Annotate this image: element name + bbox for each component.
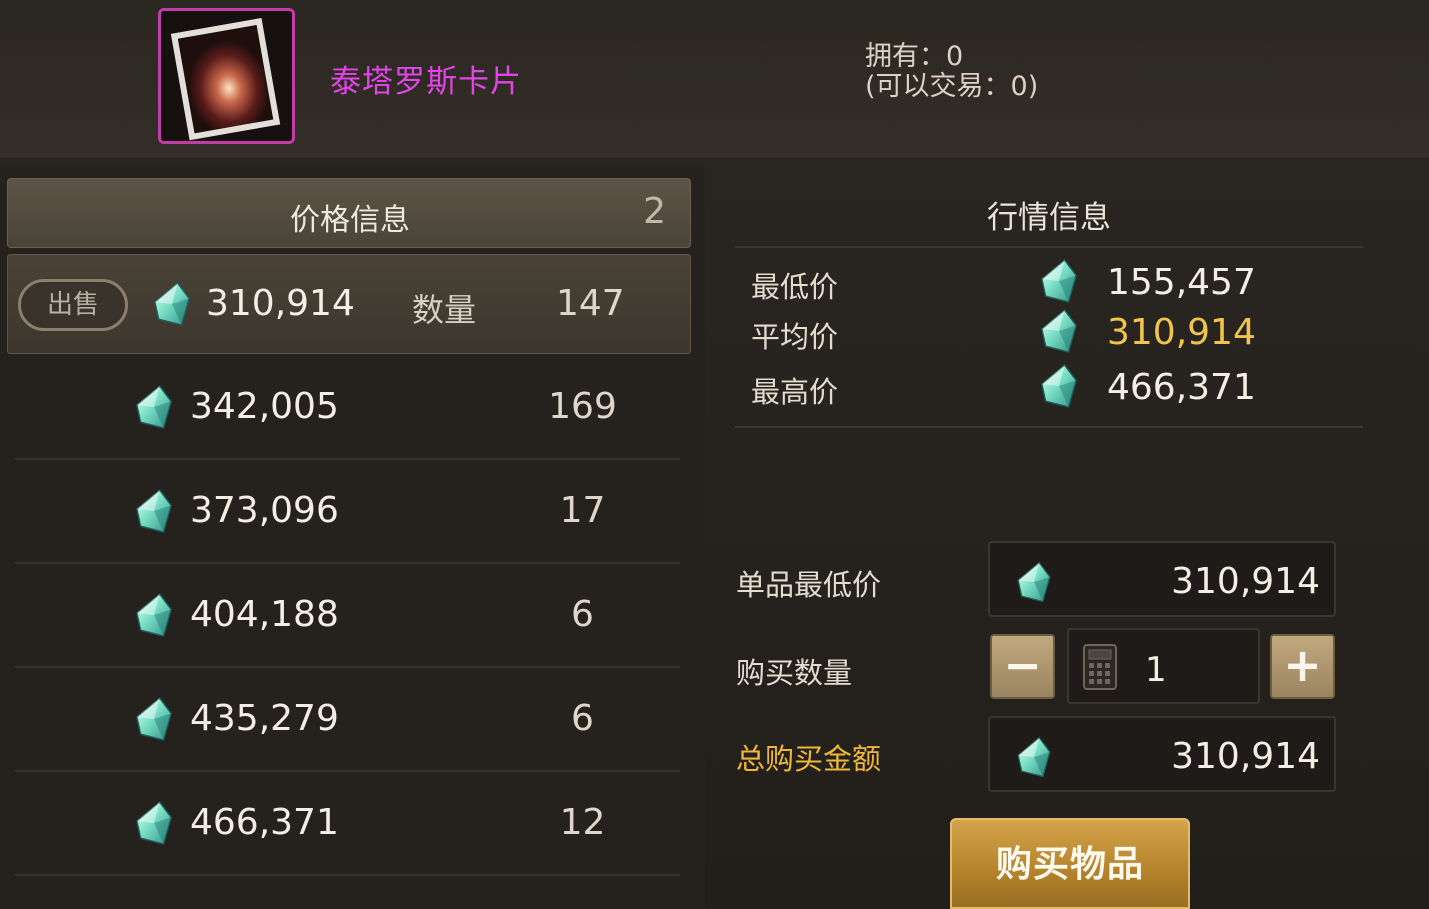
quantity-value: 12 <box>559 802 606 843</box>
price-row[interactable]: 404,188 6 <box>15 564 680 668</box>
price-value: 466,371 <box>190 802 339 843</box>
gem-icon <box>135 384 173 432</box>
increase-qty-button[interactable]: + <box>1270 634 1335 699</box>
total-amount-value: 310,914 <box>1171 736 1320 777</box>
gem-icon <box>135 800 173 848</box>
calculator-icon[interactable] <box>1083 644 1117 690</box>
divider <box>735 426 1363 428</box>
gem-icon <box>1016 736 1052 780</box>
divider <box>735 246 1363 248</box>
gem-icon <box>135 592 173 640</box>
decrease-qty-button[interactable]: − <box>990 634 1055 699</box>
gem-icon <box>1040 363 1078 411</box>
quantity-value: 169 <box>548 386 617 427</box>
max-price-value: 466,371 <box>1107 367 1256 408</box>
owned-count: 拥有：0 <box>865 41 964 72</box>
min-price-label: 最低价 <box>751 270 839 304</box>
gem-icon <box>135 696 173 744</box>
gem-icon <box>153 281 191 329</box>
quantity-value[interactable]: 1 <box>1145 650 1167 690</box>
quantity-value: 17 <box>559 490 606 531</box>
price-value: 404,188 <box>190 594 339 635</box>
purchase-qty-label: 购买数量 <box>736 656 853 690</box>
price-info-title: 价格信息 <box>290 203 410 238</box>
market-info-title: 行情信息 <box>987 200 1111 236</box>
price-info-header: 价格信息 2 <box>7 178 691 248</box>
total-amount-box: 310,914 <box>988 716 1336 792</box>
price-value: 373,096 <box>190 490 339 531</box>
unit-min-price-label: 单品最低价 <box>736 568 882 602</box>
tradable-count: (可以交易：0) <box>865 71 1039 102</box>
gem-icon <box>135 488 173 536</box>
unit-min-price-box: 310,914 <box>988 541 1336 617</box>
price-row[interactable]: 435,279 6 <box>15 668 680 772</box>
quantity-value: 6 <box>571 594 594 635</box>
price-value: 435,279 <box>190 698 339 739</box>
avg-price-label: 平均价 <box>751 320 839 354</box>
price-info-count: 2 <box>643 191 666 232</box>
price-row-selected[interactable]: 出售 310,914 数量 147 <box>7 254 691 354</box>
card-icon <box>158 8 295 144</box>
price-row[interactable]: 342,005 169 <box>15 356 680 460</box>
gem-icon <box>1016 561 1052 605</box>
price-row[interactable]: 373,096 17 <box>15 460 680 564</box>
avg-price-value: 310,914 <box>1107 312 1256 353</box>
total-amount-label: 总购买金额 <box>736 742 882 776</box>
price-value: 342,005 <box>190 386 339 427</box>
sell-button[interactable]: 出售 <box>18 279 128 331</box>
unit-min-price-value: 310,914 <box>1171 561 1320 602</box>
min-price-value: 155,457 <box>1107 262 1256 303</box>
price-row[interactable]: 466,371 12 <box>15 772 680 876</box>
item-name: 泰塔罗斯卡片 <box>330 64 522 100</box>
max-price-label: 最高价 <box>751 375 839 409</box>
item-header: 泰塔罗斯卡片 拥有：0 (可以交易：0) <box>0 0 1429 158</box>
owned-info: 拥有：0 (可以交易：0) <box>865 42 1038 102</box>
quantity-value: 147 <box>556 283 625 324</box>
gem-icon <box>1040 258 1078 306</box>
gem-icon <box>1040 308 1078 356</box>
buy-item-button[interactable]: 购买物品 <box>950 818 1190 909</box>
quantity-input[interactable]: 1 <box>1067 628 1260 704</box>
quantity-value: 6 <box>571 698 594 739</box>
price-value: 310,914 <box>206 283 355 324</box>
quantity-label: 数量 <box>412 291 477 329</box>
